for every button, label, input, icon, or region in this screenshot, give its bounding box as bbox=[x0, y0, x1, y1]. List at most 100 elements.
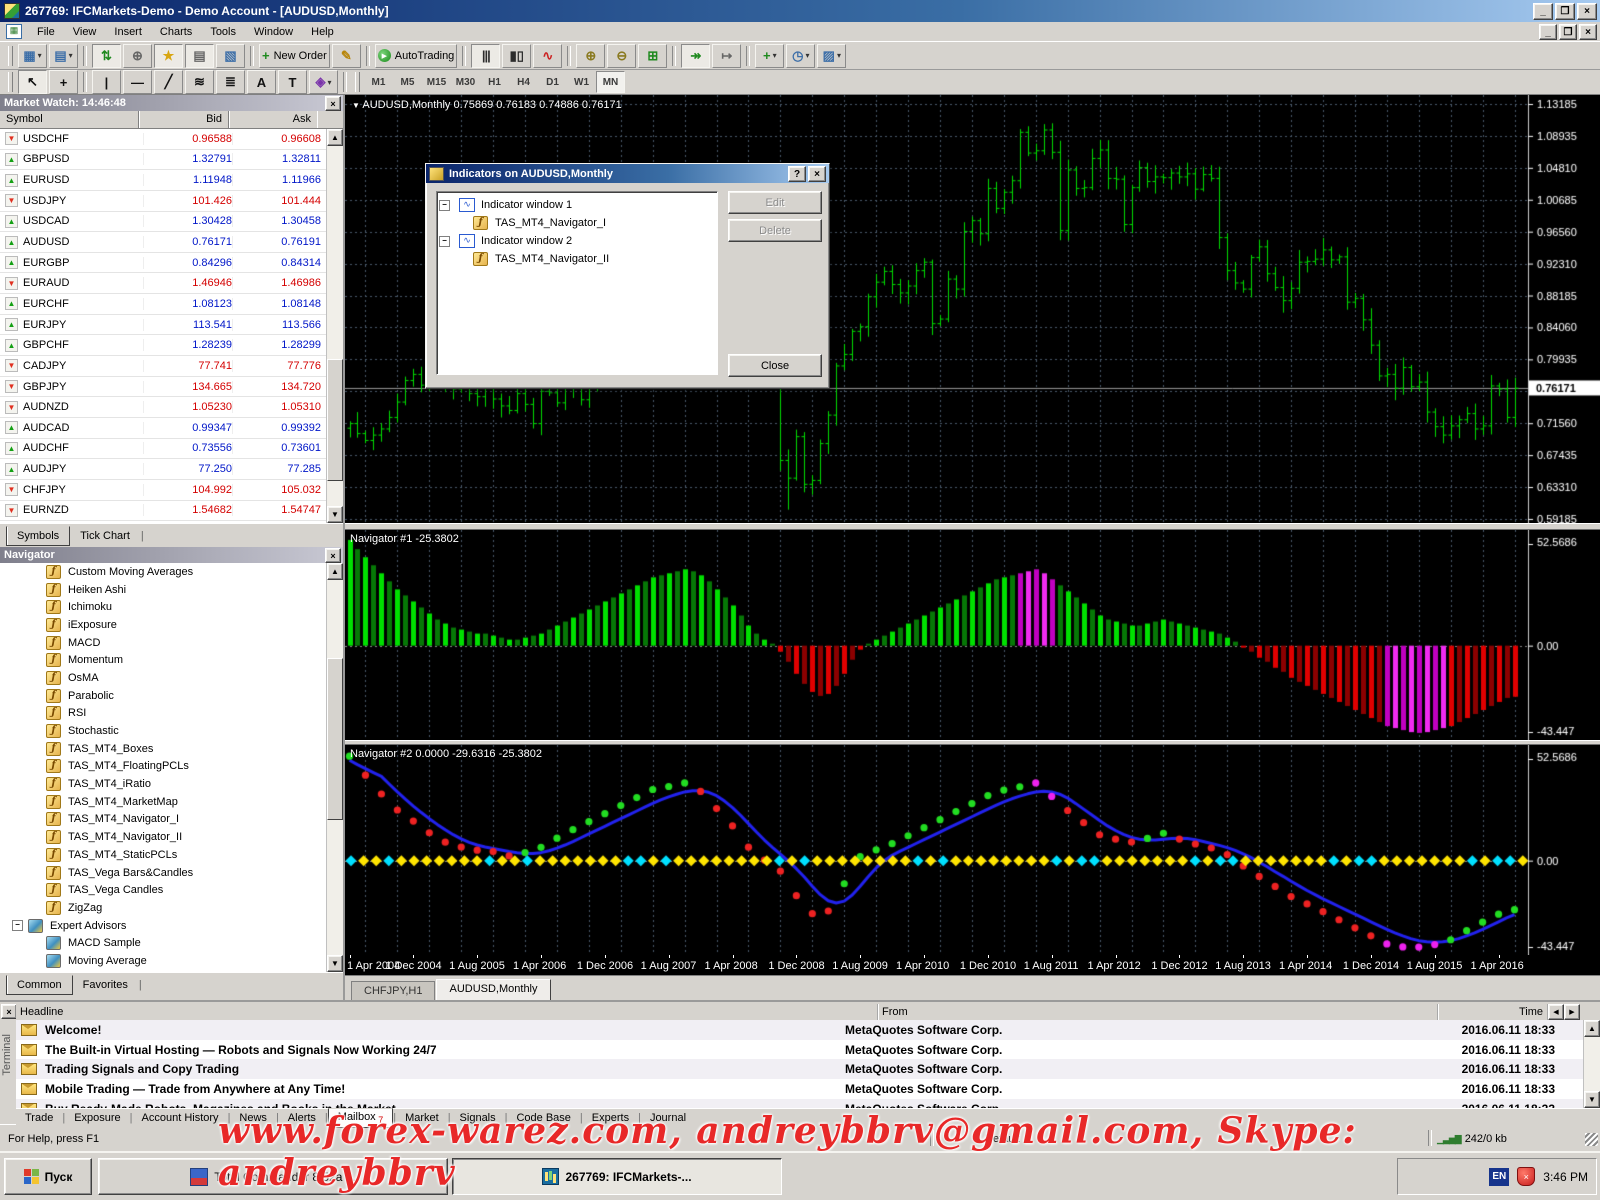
chart-window-icon[interactable]: ▦ bbox=[6, 24, 22, 39]
timeframe-m15[interactable]: M15 bbox=[422, 71, 451, 93]
market-watch-row-chfjpy[interactable]: ▼CHFJPY104.992105.032 bbox=[0, 480, 343, 501]
collapse-icon[interactable]: − bbox=[439, 200, 450, 211]
column-symbol[interactable]: Symbol bbox=[0, 111, 139, 128]
timeframe-h1[interactable]: H1 bbox=[480, 71, 509, 93]
start-button[interactable]: Пуск bbox=[4, 1158, 92, 1195]
timeframe-w1[interactable]: W1 bbox=[567, 71, 596, 93]
chart-tab-chfjpy[interactable]: CHFJPY,H1 bbox=[351, 981, 435, 1000]
terminal-tab-code-base[interactable]: Code Base bbox=[507, 1110, 579, 1126]
timeframe-mn[interactable]: MN bbox=[596, 71, 625, 93]
column-from[interactable]: From bbox=[878, 1004, 1438, 1020]
indicator-window-item[interactable]: Indicator window 2 bbox=[481, 235, 572, 247]
scroll-up-icon[interactable]: ▲ bbox=[1584, 1020, 1600, 1037]
crosshair-button[interactable]: + bbox=[49, 70, 78, 94]
navigator-item[interactable]: ƒParabolic bbox=[0, 687, 343, 705]
scroll-thumb[interactable] bbox=[327, 658, 343, 820]
indicator-item[interactable]: TAS_MT4_Navigator_I bbox=[495, 217, 606, 229]
market-watch-row-gbpjpy[interactable]: ▼GBPJPY134.665134.720 bbox=[0, 377, 343, 398]
market-watch-row-euraud[interactable]: ▼EURAUD1.469461.46986 bbox=[0, 273, 343, 294]
terminal-tab-experts[interactable]: Experts bbox=[583, 1110, 638, 1126]
collapse-icon[interactable]: − bbox=[12, 920, 23, 931]
navigator-item[interactable]: ƒOsMA bbox=[0, 669, 343, 687]
strategy-tester-button[interactable]: ▧ bbox=[216, 44, 245, 68]
chart-tab-audusd[interactable]: AUDUSD,Monthly bbox=[436, 979, 550, 1000]
window-splitter[interactable] bbox=[345, 523, 1600, 530]
market-watch-close-icon[interactable]: × bbox=[325, 96, 341, 111]
navigator-scrollbar[interactable]: ▲ ▼ bbox=[326, 563, 343, 972]
resize-grip[interactable] bbox=[1585, 1133, 1598, 1146]
terminal-tab-news[interactable]: News bbox=[230, 1110, 276, 1126]
tray-clock[interactable]: 3:46 PM bbox=[1543, 1170, 1588, 1184]
menu-view[interactable]: View bbox=[64, 23, 106, 41]
market-watch-row-usdchf[interactable]: ▼USDCHF0.965880.96608 bbox=[0, 129, 343, 150]
terminal-tab-exposure[interactable]: Exposure bbox=[65, 1110, 129, 1126]
metaeditor-button[interactable]: ✎ bbox=[332, 44, 361, 68]
scroll-up-icon[interactable]: ▲ bbox=[327, 129, 343, 146]
market-watch-scrollbar[interactable]: ▲ ▼ bbox=[326, 129, 343, 523]
close-button[interactable]: Close bbox=[728, 354, 822, 377]
time-axis[interactable]: 1 Apr 20041 Dec 20041 Aug 20051 Apr 2006… bbox=[345, 955, 1600, 975]
navigator-item[interactable]: ƒRSI bbox=[0, 705, 343, 723]
terminal-tab-mailbox[interactable]: Mailbox 7 bbox=[328, 1108, 393, 1128]
mailbox-row[interactable]: Welcome!MetaQuotes Software Corp.2016.06… bbox=[16, 1020, 1584, 1040]
menu-insert[interactable]: Insert bbox=[105, 23, 151, 41]
horizontal-line-button[interactable]: — bbox=[123, 70, 152, 94]
terminal-close-icon[interactable]: × bbox=[1, 1004, 17, 1019]
navigator-item[interactable]: ƒTAS_MT4_FloatingPCLs bbox=[0, 758, 343, 776]
navigator-item[interactable]: ƒTAS_MT4_iRatio bbox=[0, 775, 343, 793]
scroll-up-icon[interactable]: ▲ bbox=[327, 563, 343, 580]
market-watch-row-gbpchf[interactable]: ▲GBPCHF1.282391.28299 bbox=[0, 335, 343, 356]
timeframe-m30[interactable]: M30 bbox=[451, 71, 480, 93]
navigator-item[interactable]: ƒTAS_MT4_MarketMap bbox=[0, 793, 343, 811]
collapse-icon[interactable]: − bbox=[439, 236, 450, 247]
market-watch-row-eurusd[interactable]: ▲EURUSD1.119481.11966 bbox=[0, 170, 343, 191]
navigator-group-expert-advisors[interactable]: −Expert Advisors bbox=[0, 917, 343, 935]
menu-charts[interactable]: Charts bbox=[151, 23, 201, 41]
vertical-line-button[interactable]: | bbox=[92, 70, 121, 94]
navigator1-indicator-window[interactable] bbox=[345, 530, 1600, 740]
terminal-tab-market[interactable]: Market bbox=[396, 1110, 448, 1126]
navigator-item[interactable]: ƒTAS_MT4_Navigator_II bbox=[0, 828, 343, 846]
navigator-item[interactable]: MACD Sample bbox=[0, 934, 343, 952]
scroll-down-icon[interactable]: ▼ bbox=[327, 955, 343, 972]
market-watch-row-cadjpy[interactable]: ▼CADJPY77.74177.776 bbox=[0, 356, 343, 377]
timeframe-m1[interactable]: M1 bbox=[364, 71, 393, 93]
mailbox-row[interactable]: Mobile Trading — Trade from Anywhere at … bbox=[16, 1079, 1584, 1099]
tab-tick-chart[interactable]: Tick Chart bbox=[70, 527, 140, 545]
navigator-item[interactable]: ƒMomentum bbox=[0, 651, 343, 669]
tab-common[interactable]: Common bbox=[6, 975, 73, 995]
child-minimize-button[interactable]: _ bbox=[1539, 24, 1557, 40]
timeframe-m5[interactable]: M5 bbox=[393, 71, 422, 93]
navigator-item[interactable]: ƒMACD bbox=[0, 634, 343, 652]
market-watch-row-audchf[interactable]: ▲AUDCHF0.735560.73601 bbox=[0, 439, 343, 460]
language-indicator[interactable]: EN bbox=[1489, 1168, 1509, 1186]
navigator-item[interactable]: ƒTAS_Vega Candles bbox=[0, 881, 343, 899]
trendline-button[interactable]: ╱ bbox=[154, 70, 183, 94]
cursor-button[interactable]: ↖ bbox=[18, 70, 47, 94]
menu-file[interactable]: File bbox=[28, 23, 64, 41]
mailbox-row[interactable]: Trading Signals and Copy TradingMetaQuot… bbox=[16, 1059, 1584, 1079]
autotrading-button[interactable]: ▶AutoTrading bbox=[375, 44, 458, 68]
tab-symbols[interactable]: Symbols bbox=[6, 526, 70, 546]
scroll-down-icon[interactable]: ▼ bbox=[1584, 1091, 1600, 1108]
dialog-indicator-list[interactable]: − ∿ Indicator window 1 ƒ TAS_MT4_Navigat… bbox=[436, 191, 718, 375]
close-button[interactable]: × bbox=[1577, 3, 1597, 20]
menu-help[interactable]: Help bbox=[302, 23, 343, 41]
chart-dropdown-icon[interactable]: ▼ bbox=[352, 101, 360, 110]
menu-tools[interactable]: Tools bbox=[201, 23, 245, 41]
new-chart-button[interactable]: ▦▾ bbox=[18, 44, 47, 68]
navigator-item[interactable]: ƒTAS_MT4_Navigator_I bbox=[0, 811, 343, 829]
arrow-shapes-button[interactable]: ◈▾ bbox=[309, 70, 338, 94]
terminal-tab-signals[interactable]: Signals bbox=[451, 1110, 505, 1126]
market-watch-row-usdcad[interactable]: ▲USDCAD1.304281.30458 bbox=[0, 212, 343, 233]
column-headline[interactable]: Headline bbox=[16, 1004, 878, 1020]
dialog-caption[interactable]: Indicators on AUDUSD,Monthly ? × bbox=[426, 164, 829, 183]
market-watch-row-eurjpy[interactable]: ▲EURJPY113.541113.566 bbox=[0, 315, 343, 336]
market-watch-row-audcad[interactable]: ▲AUDCAD0.993470.99392 bbox=[0, 418, 343, 439]
market-watch-row-gbpusd[interactable]: ▲GBPUSD1.327911.32811 bbox=[0, 150, 343, 171]
scroll-right-icon[interactable]: ▶ bbox=[1564, 1004, 1580, 1020]
fibonacci-button[interactable]: ≣ bbox=[216, 70, 245, 94]
market-watch-row-eurnzd[interactable]: ▼EURNZD1.546821.54747 bbox=[0, 501, 343, 522]
navigator-item[interactable]: ƒCustom Moving Averages bbox=[0, 563, 343, 581]
periods-button[interactable]: ◷▾ bbox=[786, 44, 815, 68]
